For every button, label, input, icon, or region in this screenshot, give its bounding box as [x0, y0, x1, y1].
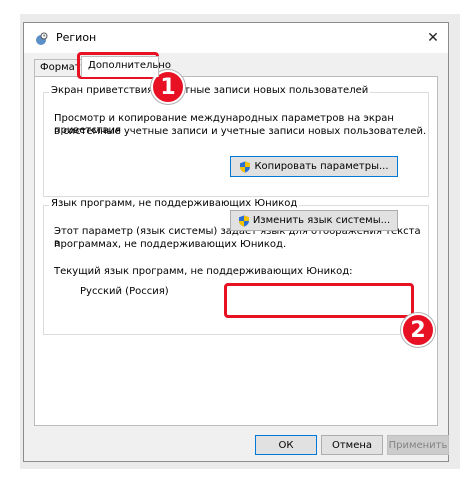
current-language-value: Русский (Россия)	[80, 286, 169, 297]
change-system-locale-button[interactable]: Изменить язык системы...	[230, 210, 398, 231]
uac-shield-icon	[240, 161, 251, 173]
region-dialog: Регион ✕ Форматы Дополнительно Экран при…	[23, 22, 449, 462]
welcome-description-line2: в системные учетные записи и учетные зап…	[54, 126, 427, 137]
change-locale-highlight	[224, 283, 414, 318]
copy-settings-label: Копировать параметры...	[254, 161, 389, 172]
close-button[interactable]: ✕	[418, 23, 448, 53]
cancel-button[interactable]: Отмена	[321, 435, 383, 455]
change-system-locale-label: Изменить язык системы...	[252, 215, 391, 226]
window-title: Регион	[56, 31, 97, 44]
unicode-description-line2: программах, не поддерживающих Юникод.	[54, 239, 287, 250]
apply-button[interactable]: Применить	[387, 435, 449, 455]
current-language-label: Текущий язык программ, не поддерживающих…	[54, 266, 353, 277]
welcome-group-legend: Экран приветствия и учетные записи новых…	[49, 85, 371, 96]
welcome-screen-group: Экран приветствия и учетные записи новых…	[43, 85, 429, 197]
uac-shield-icon	[238, 215, 249, 227]
copy-settings-button[interactable]: Копировать параметры...	[230, 156, 398, 177]
advanced-tab-panel: Экран приветствия и учетные записи новых…	[34, 76, 438, 426]
title-bar[interactable]: Регион ✕	[24, 23, 448, 53]
step-2-badge: 2	[401, 313, 435, 347]
tab-advanced[interactable]: Дополнительно	[81, 56, 171, 77]
unicode-group-legend: Язык программ, не поддерживающих Юникод	[49, 198, 300, 209]
globe-clock-icon	[36, 32, 48, 45]
tab-formats[interactable]: Форматы	[34, 59, 88, 76]
close-icon: ✕	[427, 30, 439, 46]
ok-button[interactable]: ОК	[255, 435, 317, 455]
